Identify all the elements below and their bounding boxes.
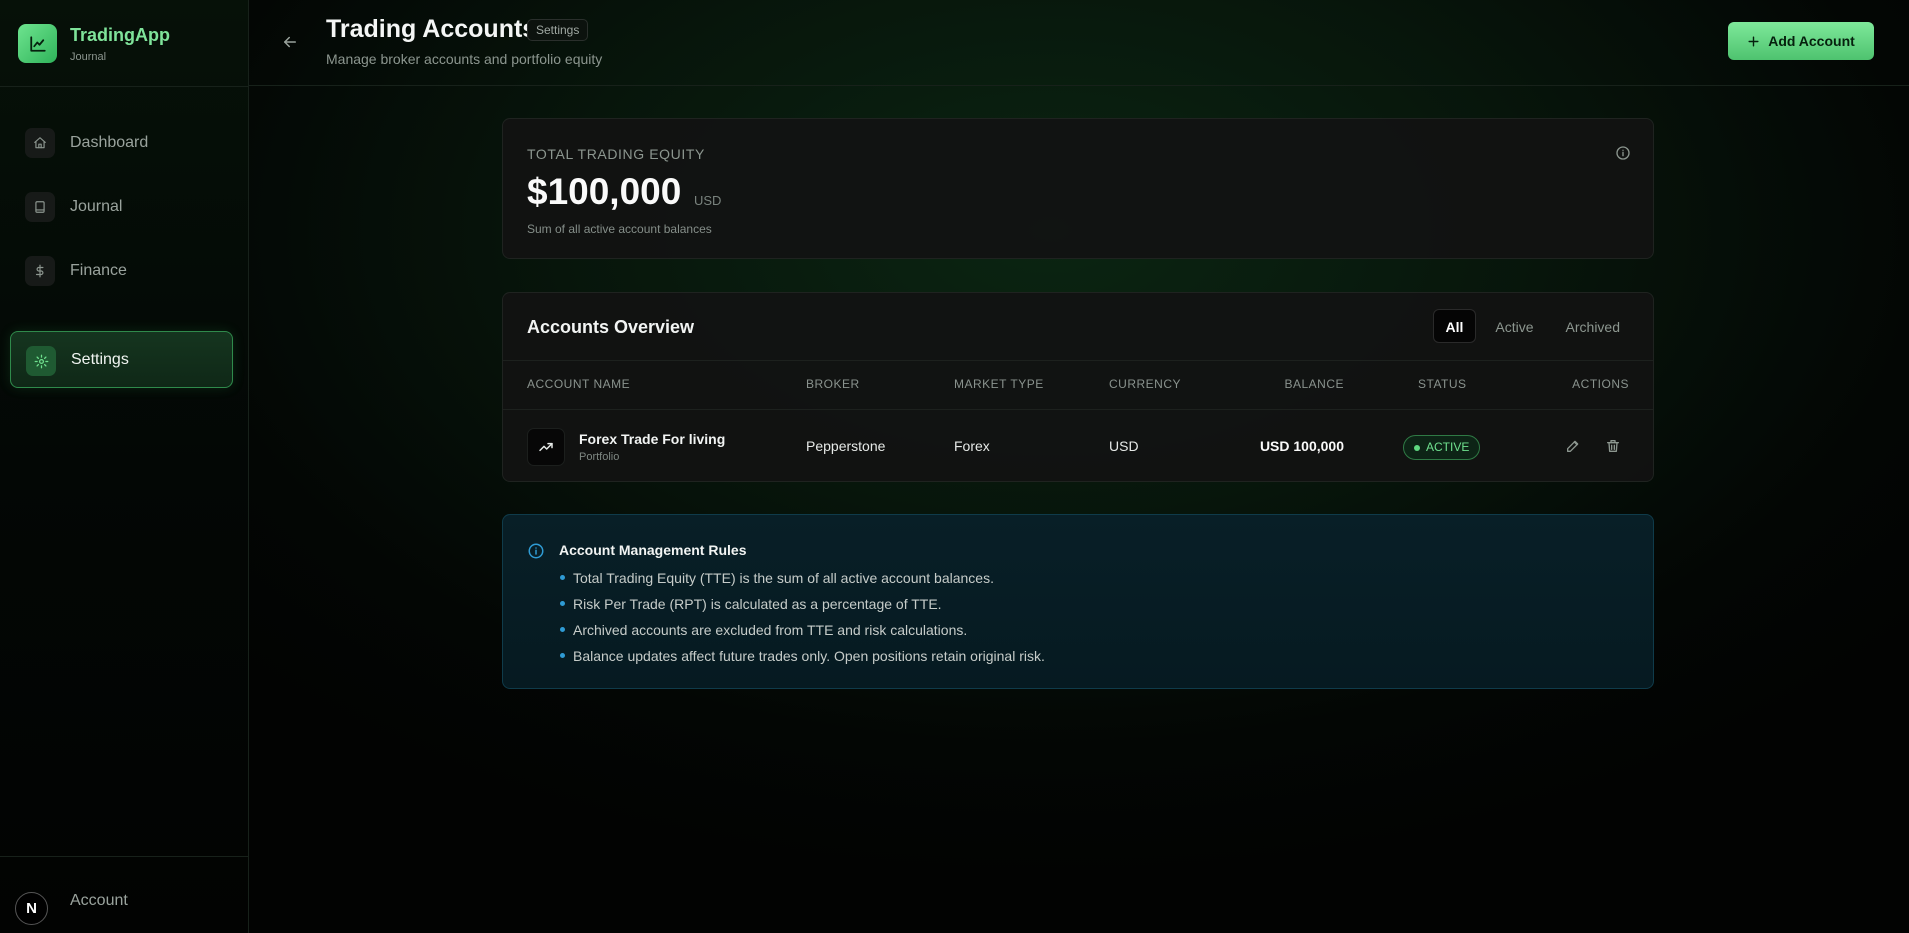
page-subtitle: Manage broker accounts and portfolio equ… <box>326 51 603 67</box>
column-header-broker: BROKER <box>806 377 860 391</box>
sidebar-item-dashboard[interactable]: Dashboard <box>10 114 233 171</box>
rules-list: Total Trading Equity (TTE) is the sum of… <box>559 569 1045 673</box>
list-item: Risk Per Trade (RPT) is calculated as a … <box>559 595 1045 621</box>
info-icon[interactable] <box>1615 145 1631 161</box>
account-type: Portfolio <box>579 451 620 463</box>
column-header-account-name: ACCOUNT NAME <box>527 377 631 391</box>
brand[interactable]: TradingApp Journal <box>18 22 233 66</box>
rules-title: Account Management Rules <box>559 542 747 558</box>
avatar[interactable]: N <box>15 892 48 925</box>
sidebar-item-settings[interactable]: Settings <box>10 331 233 388</box>
filter-all[interactable]: All <box>1432 309 1477 343</box>
column-header-currency: CURRENCY <box>1109 377 1182 391</box>
list-item: Total Trading Equity (TTE) is the sum of… <box>559 569 1045 595</box>
table-divider <box>503 360 1653 361</box>
sidebar-item-label: Settings <box>71 350 129 368</box>
dollar-icon <box>25 256 55 286</box>
page-title: Trading Accounts <box>326 15 537 43</box>
account-broker: Pepperstone <box>806 438 886 454</box>
accounts-overview-title: Accounts Overview <box>527 317 695 337</box>
add-account-label: Add Account <box>1768 33 1855 49</box>
sidebar-item-label: Journal <box>70 197 123 215</box>
column-header-status: STATUS <box>1418 377 1467 391</box>
sidebar-item-label: Finance <box>70 261 127 279</box>
trending-up-icon <box>527 428 565 466</box>
status-label: ACTIVE <box>1426 440 1470 454</box>
account-balance: USD 100,000 <box>1259 438 1344 454</box>
equity-label: TOTAL TRADING EQUITY <box>527 146 705 162</box>
status-dot-icon <box>1414 444 1420 451</box>
back-arrow-icon[interactable] <box>279 31 301 53</box>
account-link[interactable]: Account <box>70 892 128 910</box>
sidebar-divider <box>0 86 249 87</box>
column-header-market-type: MARKET TYPE <box>954 377 1044 391</box>
info-circle-icon <box>527 542 545 560</box>
status-filter: All Active Archived <box>1432 309 1633 345</box>
equity-value: $100,000 <box>527 171 682 212</box>
page-header: Trading Accounts Settings Manage broker … <box>249 0 1909 86</box>
brand-name: TradingApp <box>70 25 170 45</box>
book-icon <box>25 192 55 222</box>
sidebar-item-finance[interactable]: Finance <box>10 242 233 299</box>
sidebar-item-journal[interactable]: Journal <box>10 178 233 235</box>
column-header-actions: ACTIONS <box>1572 377 1629 391</box>
equity-currency: USD <box>694 193 722 208</box>
trash-icon[interactable] <box>1603 436 1623 456</box>
add-account-button[interactable]: Add Account <box>1728 22 1874 60</box>
plus-icon <box>1748 35 1759 47</box>
rules-card: Account Management Rules Total Trading E… <box>502 514 1654 689</box>
account-market-type: Forex <box>954 438 990 454</box>
sidebar-item-label: Dashboard <box>70 133 149 151</box>
chart-logo-icon <box>18 24 57 63</box>
account-name: Forex Trade For living <box>579 431 726 447</box>
accounts-overview-card: Accounts Overview All Active Archived AC… <box>502 292 1654 482</box>
brand-subtitle: Journal <box>70 51 107 63</box>
table-row[interactable]: Forex Trade For living Portfolio Peppers… <box>503 410 1653 482</box>
status-badge: ACTIVE <box>1403 435 1481 460</box>
column-header-balance: BALANCE <box>1284 377 1344 391</box>
filter-active[interactable]: Active <box>1482 309 1546 343</box>
equity-note: Sum of all active account balances <box>527 222 712 236</box>
equity-card: TOTAL TRADING EQUITY $100,000 USD Sum of… <box>502 118 1654 259</box>
filter-archived[interactable]: Archived <box>1553 309 1633 343</box>
list-item: Archived accounts are excluded from TTE … <box>559 621 1045 647</box>
account-currency: USD <box>1109 438 1139 454</box>
edit-pencil-icon[interactable] <box>1563 436 1583 456</box>
sidebar: TradingApp Journal Dashboard Journal Fin… <box>0 0 249 933</box>
list-item: Balance updates affect future trades onl… <box>559 647 1045 673</box>
gear-icon <box>26 346 56 376</box>
section-badge: Settings <box>527 19 589 41</box>
sidebar-bottom-divider <box>0 856 249 857</box>
home-icon <box>25 128 55 158</box>
